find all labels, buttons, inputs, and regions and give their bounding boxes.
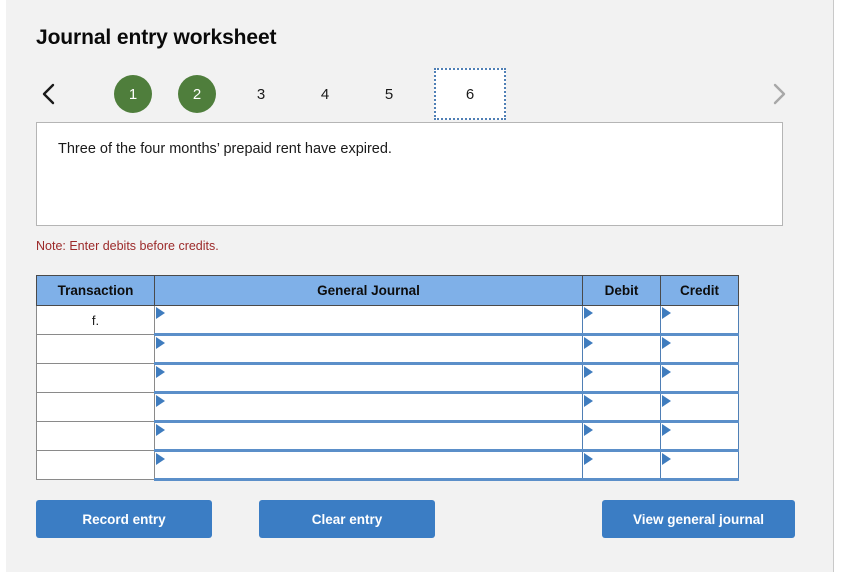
step-item-3[interactable]: 3	[242, 75, 280, 113]
chevron-left-icon[interactable]	[36, 74, 62, 114]
general-journal-input-1[interactable]	[154, 305, 583, 336]
credit-input-3[interactable]	[660, 363, 739, 394]
dropdown-triangle-icon	[662, 366, 671, 378]
dropdown-triangle-icon	[156, 424, 165, 436]
debit-input-4[interactable]	[582, 392, 661, 423]
credit-input-5[interactable]	[660, 421, 739, 452]
chevron-right-icon[interactable]	[766, 74, 792, 114]
transaction-cell	[36, 392, 155, 422]
step-label: 1	[128, 85, 138, 103]
step-item-1[interactable]: 1	[114, 75, 152, 113]
credit-input-2[interactable]	[660, 334, 739, 365]
dropdown-triangle-icon	[584, 307, 593, 319]
general-journal-input-6[interactable]	[154, 450, 583, 481]
step-label: 2	[192, 85, 202, 103]
debit-input-5[interactable]	[582, 421, 661, 452]
view-general-journal-button[interactable]: View general journal	[602, 500, 795, 538]
column-header-credit: Credit	[660, 275, 739, 306]
credit-input-4[interactable]	[660, 392, 739, 423]
general-journal-input-3[interactable]	[154, 363, 583, 394]
column-header-transaction: Transaction	[36, 275, 155, 306]
general-journal-input-4[interactable]	[154, 392, 583, 423]
dropdown-triangle-icon	[156, 337, 165, 349]
transaction-description-text: Three of the four months’ prepaid rent h…	[58, 141, 392, 157]
transaction-cell	[36, 450, 155, 480]
step-item-4[interactable]: 4	[306, 75, 344, 113]
step-label: 5	[384, 85, 394, 103]
table-row	[36, 450, 739, 481]
table-row	[36, 334, 739, 365]
journal-entry-worksheet-page: Journal entry worksheet 1 2 3 4 5 6 Thre…	[0, 0, 853, 572]
transaction-description-panel: Three of the four months’ prepaid rent h…	[36, 122, 783, 226]
step-label: 4	[320, 85, 330, 103]
dropdown-triangle-icon	[662, 395, 671, 407]
dropdown-triangle-icon	[662, 307, 671, 319]
journal-entry-table: Transaction General Journal Debit Credit…	[36, 275, 739, 481]
transaction-cell	[36, 363, 155, 393]
table-row: f.	[36, 305, 739, 336]
dropdown-triangle-icon	[156, 453, 165, 465]
dropdown-triangle-icon	[662, 453, 671, 465]
step-item-2[interactable]: 2	[178, 75, 216, 113]
dropdown-triangle-icon	[584, 424, 593, 436]
dropdown-triangle-icon	[584, 453, 593, 465]
debit-input-2[interactable]	[582, 334, 661, 365]
dropdown-triangle-icon	[662, 424, 671, 436]
table-row	[36, 363, 739, 394]
debit-input-1[interactable]	[582, 305, 661, 336]
dropdown-triangle-icon	[156, 366, 165, 378]
dropdown-triangle-icon	[584, 337, 593, 349]
general-journal-input-2[interactable]	[154, 334, 583, 365]
credit-input-1[interactable]	[660, 305, 739, 336]
transaction-cell	[36, 334, 155, 364]
table-header-row: Transaction General Journal Debit Credit	[36, 275, 739, 306]
general-journal-input-5[interactable]	[154, 421, 583, 452]
page-title: Journal entry worksheet	[36, 26, 277, 49]
transaction-cell	[36, 421, 155, 451]
debit-input-6[interactable]	[582, 450, 661, 481]
debit-input-3[interactable]	[582, 363, 661, 394]
clear-entry-button[interactable]: Clear entry	[259, 500, 435, 538]
table-row	[36, 392, 739, 423]
step-navigation: 1 2 3 4 5 6	[36, 68, 792, 120]
note-text: Note: Enter debits before credits.	[36, 239, 219, 253]
column-header-general-journal: General Journal	[154, 275, 583, 306]
dropdown-triangle-icon	[662, 337, 671, 349]
dropdown-triangle-icon	[156, 307, 165, 319]
dropdown-triangle-icon	[584, 395, 593, 407]
column-header-debit: Debit	[582, 275, 661, 306]
credit-input-6[interactable]	[660, 450, 739, 481]
record-entry-button[interactable]: Record entry	[36, 500, 212, 538]
transaction-cell: f.	[36, 305, 155, 335]
step-item-6[interactable]: 6	[434, 68, 506, 120]
step-item-5[interactable]: 5	[370, 75, 408, 113]
table-row	[36, 421, 739, 452]
dropdown-triangle-icon	[584, 366, 593, 378]
step-label: 3	[256, 85, 266, 103]
step-label: 6	[465, 85, 475, 103]
dropdown-triangle-icon	[156, 395, 165, 407]
